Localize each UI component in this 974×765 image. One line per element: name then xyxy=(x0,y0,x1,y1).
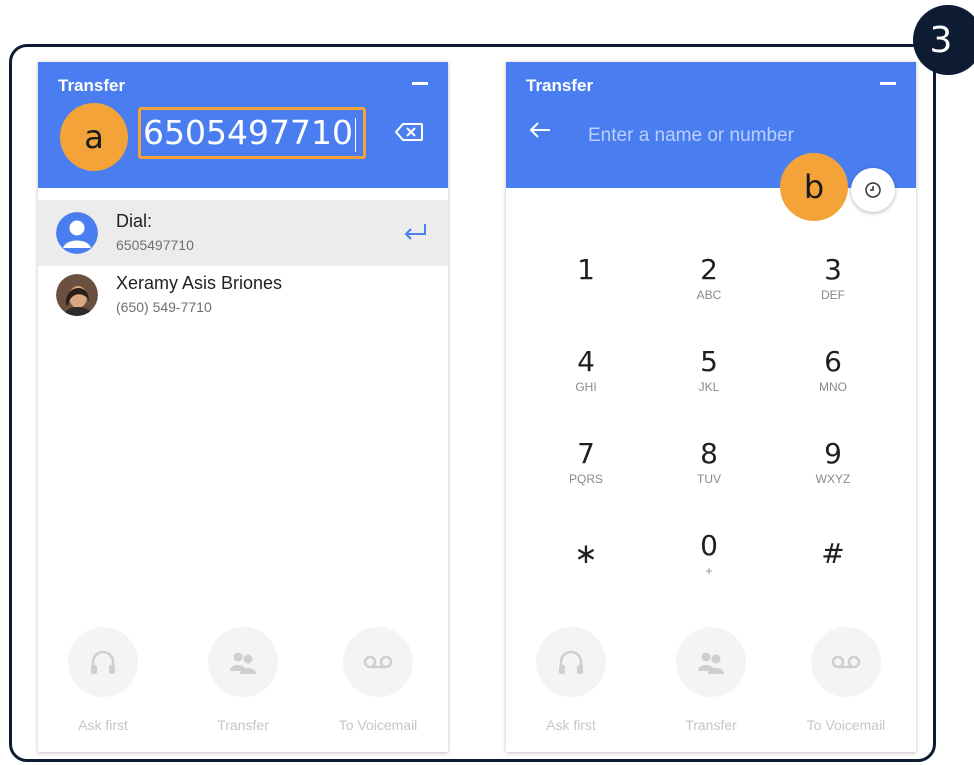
headphones-icon xyxy=(68,627,138,697)
to-voicemail-label: To Voicemail xyxy=(338,717,418,733)
keypad-key-6[interactable]: 6 MNO xyxy=(778,346,888,426)
panel-title: Transfer xyxy=(526,76,594,95)
keypad-key-star[interactable]: ∗ xyxy=(531,538,641,618)
enter-return-icon[interactable] xyxy=(402,222,428,244)
phone-number-value: 6505497710 xyxy=(143,113,353,152)
back-arrow-icon[interactable] xyxy=(528,120,552,140)
transfer-panel-keypad: Transfer 1 2ABC 3DEF 4GHI 5JKL 6MNO 7PQR… xyxy=(506,62,916,752)
transfer-people-icon xyxy=(676,627,746,697)
contact-phone: (650) 549-7710 xyxy=(116,299,212,315)
minimize-icon[interactable] xyxy=(412,82,428,85)
dial-number: 6505497710 xyxy=(116,237,194,253)
keypad-key-8[interactable]: 8 TUV xyxy=(654,438,764,518)
keypad-key-3[interactable]: 3 DEF xyxy=(778,254,888,334)
transfer-label: Transfer xyxy=(685,717,737,733)
keypad-key-5[interactable]: 5 JKL xyxy=(654,346,764,426)
transfer-header: Transfer xyxy=(506,62,916,188)
keypad-key-7[interactable]: 7 PQRS xyxy=(531,438,641,518)
headphones-icon xyxy=(536,627,606,697)
ask-first-button[interactable]: Ask first xyxy=(516,627,626,733)
text-caret xyxy=(354,117,357,152)
keypad-key-2[interactable]: 2 ABC xyxy=(654,254,764,334)
to-voicemail-button[interactable]: To Voicemail xyxy=(323,627,433,733)
contact-result-row[interactable]: Xeramy Asis Briones (650) 549-7710 xyxy=(38,262,448,328)
dial-label: Dial: xyxy=(116,211,153,231)
dial-number-row[interactable]: Dial: 6505497710 xyxy=(38,200,448,266)
call-history-button[interactable] xyxy=(851,168,895,212)
voicemail-icon xyxy=(343,627,413,697)
transfer-people-icon xyxy=(208,627,278,697)
ask-first-label: Ask first xyxy=(546,717,596,733)
to-voicemail-label: To Voicemail xyxy=(806,717,886,733)
step-number-badge: 3 xyxy=(913,5,974,75)
keypad-key-9[interactable]: 9 WXYZ xyxy=(778,438,888,518)
transfer-button[interactable]: Transfer xyxy=(656,627,766,733)
to-voicemail-button[interactable]: To Voicemail xyxy=(791,627,901,733)
callout-marker-b: b xyxy=(780,153,848,221)
minimize-icon[interactable] xyxy=(880,82,896,85)
ask-first-label: Ask first xyxy=(78,717,128,733)
contact-name: Xeramy Asis Briones xyxy=(116,273,283,293)
transfer-button[interactable]: Transfer xyxy=(188,627,298,733)
default-avatar-icon xyxy=(56,212,98,254)
phone-number-input[interactable]: 6505497710 xyxy=(138,107,366,159)
keypad-key-hash[interactable]: # xyxy=(778,538,888,618)
search-input[interactable] xyxy=(586,120,890,152)
callout-marker-a: a xyxy=(60,103,128,171)
transfer-label: Transfer xyxy=(217,717,269,733)
panel-title: Transfer xyxy=(58,76,126,95)
clock-icon xyxy=(865,182,881,198)
keypad-key-0[interactable]: 0 + xyxy=(654,530,764,610)
keypad-key-4[interactable]: 4 GHI xyxy=(531,346,641,426)
backspace-icon[interactable] xyxy=(394,122,424,142)
ask-first-button[interactable]: Ask first xyxy=(48,627,158,733)
contact-avatar xyxy=(56,274,98,316)
voicemail-icon xyxy=(811,627,881,697)
keypad-key-1[interactable]: 1 xyxy=(531,254,641,334)
